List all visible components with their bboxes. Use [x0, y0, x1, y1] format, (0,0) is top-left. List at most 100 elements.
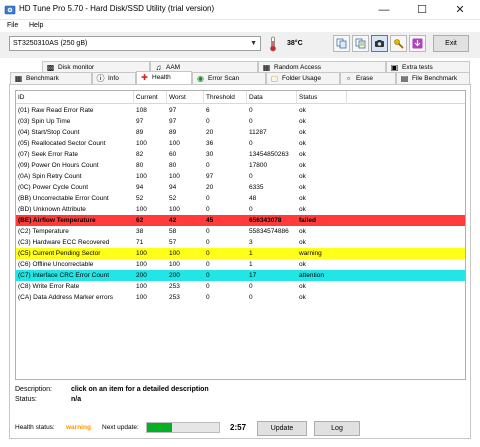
cell-data: 6335: [249, 184, 264, 191]
close-button[interactable]: ✕: [442, 0, 478, 20]
table-row[interactable]: (C5) Current Pending Sector 100 100 0 1 warni…: [16, 248, 465, 259]
benchmark-icon: ▦: [14, 74, 23, 83]
cell-data: 0: [249, 294, 253, 301]
cell-data: 0: [249, 283, 253, 290]
table-row[interactable]: (0A) Spin Retry Count 100 100 97 0 ok: [16, 171, 465, 182]
cell-current: 100: [136, 261, 147, 268]
status-label: Status:: [15, 396, 37, 403]
cell-data: 0: [249, 140, 253, 147]
cell-id: (CA) Data Address Marker errors: [18, 294, 113, 301]
cell-status: ok: [299, 173, 306, 180]
column-data[interactable]: Data: [247, 91, 297, 104]
file-benchmark-icon: ▤: [400, 74, 409, 83]
table-row[interactable]: (09) Power On Hours Count 80 80 0 17800 ok: [16, 160, 465, 171]
column-current[interactable]: Current: [134, 91, 167, 104]
screenshot-button[interactable]: [371, 35, 388, 52]
column-threshold[interactable]: Threshold: [204, 91, 247, 104]
cell-current: 97: [136, 118, 144, 125]
table-row[interactable]: (BE) Airflow Temperature 62 42 45 656343078 f…: [16, 215, 465, 226]
tab-file-benchmark[interactable]: ▤ File Benchmark: [396, 72, 470, 84]
column-status[interactable]: Status: [297, 91, 347, 104]
cell-data: 48: [249, 195, 257, 202]
log-button[interactable]: Log: [314, 421, 360, 436]
cell-status: ok: [299, 283, 306, 290]
table-row[interactable]: (C7) Interface CRC Error Count 200 200 0 17 a…: [16, 270, 465, 281]
update-button[interactable]: Update: [257, 421, 307, 436]
table-row[interactable]: (05) Reallocated Sector Count 100 100 36 0 ok: [16, 138, 465, 149]
cell-worst: 97: [169, 107, 177, 114]
table-row[interactable]: (03) Spin Up Time 97 97 0 0 ok: [16, 116, 465, 127]
description-label: Description:: [15, 386, 52, 393]
table-row[interactable]: (BB) Uncorrectable Error Count 52 52 0 48 ok: [16, 193, 465, 204]
cell-id: (C3) Hardware ECC Recovered: [18, 239, 110, 246]
cell-current: 52: [136, 195, 144, 202]
cell-threshold: 30: [206, 151, 214, 158]
cell-threshold: 20: [206, 184, 214, 191]
options-button[interactable]: [390, 35, 407, 52]
menu-bar: File Help: [0, 20, 480, 32]
folder-icon: ▢: [270, 74, 279, 83]
table-row[interactable]: (C8) Write Error Rate 100 253 0 0 ok: [16, 281, 465, 292]
tab-erase[interactable]: ▫ Erase: [340, 72, 396, 84]
cell-threshold: 0: [206, 206, 210, 213]
table-row[interactable]: (04) Start/Stop Count 89 89 20 11287 ok: [16, 127, 465, 138]
cell-data: 11287: [249, 129, 267, 136]
cell-worst: 200: [169, 272, 180, 279]
status-value: n/a: [71, 396, 82, 403]
minimize-button[interactable]: —: [366, 0, 402, 20]
cell-worst: 253: [169, 294, 180, 301]
cell-worst: 60: [169, 151, 177, 158]
copy-all-button[interactable]: [352, 35, 369, 52]
cell-current: 71: [136, 239, 144, 246]
toolbar: ST3250310AS (250 gB) ▼ 38°C Exit: [0, 32, 480, 58]
smart-table[interactable]: ID Current Worst Threshold Data Status (…: [15, 90, 466, 380]
cell-status: attention: [299, 272, 324, 279]
table-row[interactable]: (0C) Power Cycle Count 94 94 20 6335 ok: [16, 182, 465, 193]
tab-info[interactable]: ⓘ Info: [92, 72, 136, 84]
tab-error-scan[interactable]: ◉ Error Scan: [192, 72, 266, 84]
exit-button[interactable]: Exit: [433, 35, 469, 52]
cell-id: (03) Spin Up Time: [18, 118, 71, 125]
table-row[interactable]: (C3) Hardware ECC Recovered 71 57 0 3 ok: [16, 237, 465, 248]
column-id[interactable]: ID: [16, 91, 134, 104]
cell-current: 80: [136, 162, 144, 169]
cell-status: ok: [299, 151, 306, 158]
cell-status: ok: [299, 162, 306, 169]
drive-select[interactable]: ST3250310AS (250 gB) ▼: [9, 36, 261, 51]
table-row[interactable]: (C6) Offline Uncorrectable 100 100 0 1 ok: [16, 259, 465, 270]
cell-status: ok: [299, 195, 306, 202]
table-row[interactable]: (BD) Unknown Attribute 100 100 0 0 ok: [16, 204, 465, 215]
copy-all-icon: [355, 38, 366, 49]
cell-status: ok: [299, 206, 306, 213]
cell-id: (04) Start/Stop Count: [18, 129, 80, 136]
tab-folder-usage[interactable]: ▢ Folder Usage: [266, 72, 340, 84]
download-button[interactable]: [409, 35, 426, 52]
maximize-button[interactable]: ☐: [404, 0, 440, 20]
window-title: HD Tune Pro 5.70 - Hard Disk/SSD Utility…: [19, 4, 215, 13]
tab-benchmark[interactable]: ▦ Benchmark: [10, 72, 92, 84]
cell-threshold: 0: [206, 272, 210, 279]
cell-data: 55834574886: [249, 228, 289, 235]
tab-health[interactable]: ✚ Health: [136, 71, 192, 84]
cell-id: (01) Raw Read Error Rate: [18, 107, 94, 114]
copy-button[interactable]: [333, 35, 350, 52]
cell-worst: 100: [169, 140, 180, 147]
cell-id: (C6) Offline Uncorrectable: [18, 261, 94, 268]
cell-data: 1: [249, 250, 253, 257]
temperature-readout: 38°C: [287, 40, 303, 47]
title-bar: HD Tune Pro 5.70 - Hard Disk/SSD Utility…: [0, 0, 480, 20]
table-row[interactable]: (07) Seek Error Rate 82 60 30 13454850263 ok: [16, 149, 465, 160]
table-row[interactable]: (C2) Temperature 38 58 0 55834574886 ok: [16, 226, 465, 237]
column-worst[interactable]: Worst: [167, 91, 204, 104]
cell-threshold: 0: [206, 294, 210, 301]
cell-data: 3: [249, 239, 253, 246]
cell-current: 100: [136, 173, 147, 180]
cell-data: 17: [249, 272, 257, 279]
table-row[interactable]: (CA) Data Address Marker errors 100 253 0 0 o…: [16, 292, 465, 303]
cell-worst: 89: [169, 129, 177, 136]
menu-help[interactable]: Help: [25, 20, 47, 32]
table-row[interactable]: (01) Raw Read Error Rate 108 97 6 0 ok: [16, 105, 465, 116]
update-countdown: 2:57: [230, 423, 247, 432]
menu-file[interactable]: File: [3, 20, 22, 32]
cell-worst: 100: [169, 173, 180, 180]
